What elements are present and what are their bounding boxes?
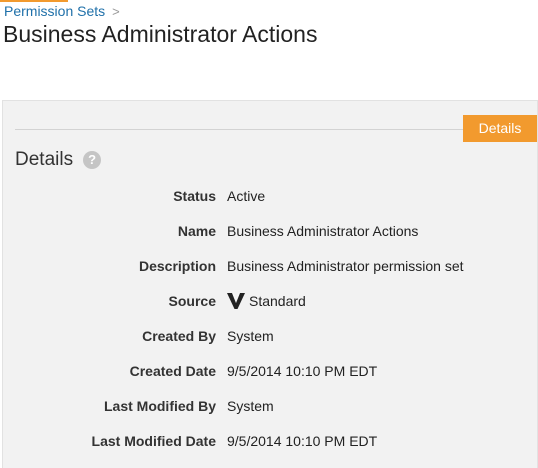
field-value-last-modified-by: System	[227, 398, 274, 414]
help-icon[interactable]: ?	[83, 151, 102, 169]
page-title: Business Administrator Actions	[3, 21, 318, 47]
breadcrumb-separator: >	[112, 4, 120, 19]
veeva-v-logo-icon	[227, 293, 245, 309]
field-value-name: Business Administrator Actions	[227, 223, 419, 239]
field-row-status: Status Active	[3, 185, 538, 220]
breadcrumb-link-permission-sets[interactable]: Permission Sets	[4, 3, 105, 19]
field-label-status: Status	[173, 188, 216, 204]
field-label-created-by: Created By	[142, 328, 216, 344]
field-label-created-date: Created Date	[129, 363, 216, 379]
field-label-source: Source	[168, 293, 216, 309]
tab-details[interactable]: Details	[463, 115, 537, 142]
field-value-description: Business Administrator permission set	[227, 258, 464, 274]
field-value-created-by: System	[227, 328, 274, 344]
field-row-created-date: Created Date 9/5/2014 10:10 PM EDT	[3, 360, 538, 395]
section-heading-label: Details	[15, 149, 74, 170]
panel-divider	[15, 129, 537, 130]
field-value-status: Active	[227, 188, 266, 204]
field-label-last-modified-date: Last Modified Date	[91, 433, 216, 449]
field-row-source: Source Standard	[3, 290, 538, 325]
details-fields: Status Active Name Business Administrato…	[3, 185, 538, 465]
page: Permission Sets > Business Administrator …	[0, 0, 538, 468]
section-heading: Details ?	[15, 148, 102, 172]
field-row-last-modified-by: Last Modified By System	[3, 395, 538, 430]
field-row-last-modified-date: Last Modified Date 9/5/2014 10:10 PM EDT	[3, 430, 538, 465]
field-label-description: Description	[138, 258, 216, 274]
field-value-source: Standard	[249, 293, 306, 309]
field-label-name: Name	[177, 223, 216, 239]
field-value-created-date: 9/5/2014 10:10 PM EDT	[227, 363, 378, 379]
details-panel: Details Details ? Status Active Name Bus…	[2, 100, 538, 468]
field-label-last-modified-by: Last Modified By	[103, 398, 216, 414]
field-value-source-wrapper: Standard	[227, 290, 306, 312]
field-row-description: Description Business Administrator permi…	[3, 255, 538, 290]
field-value-last-modified-date: 9/5/2014 10:10 PM EDT	[227, 433, 378, 449]
field-row-name: Name Business Administrator Actions	[3, 220, 538, 255]
field-row-created-by: Created By System	[3, 325, 538, 360]
